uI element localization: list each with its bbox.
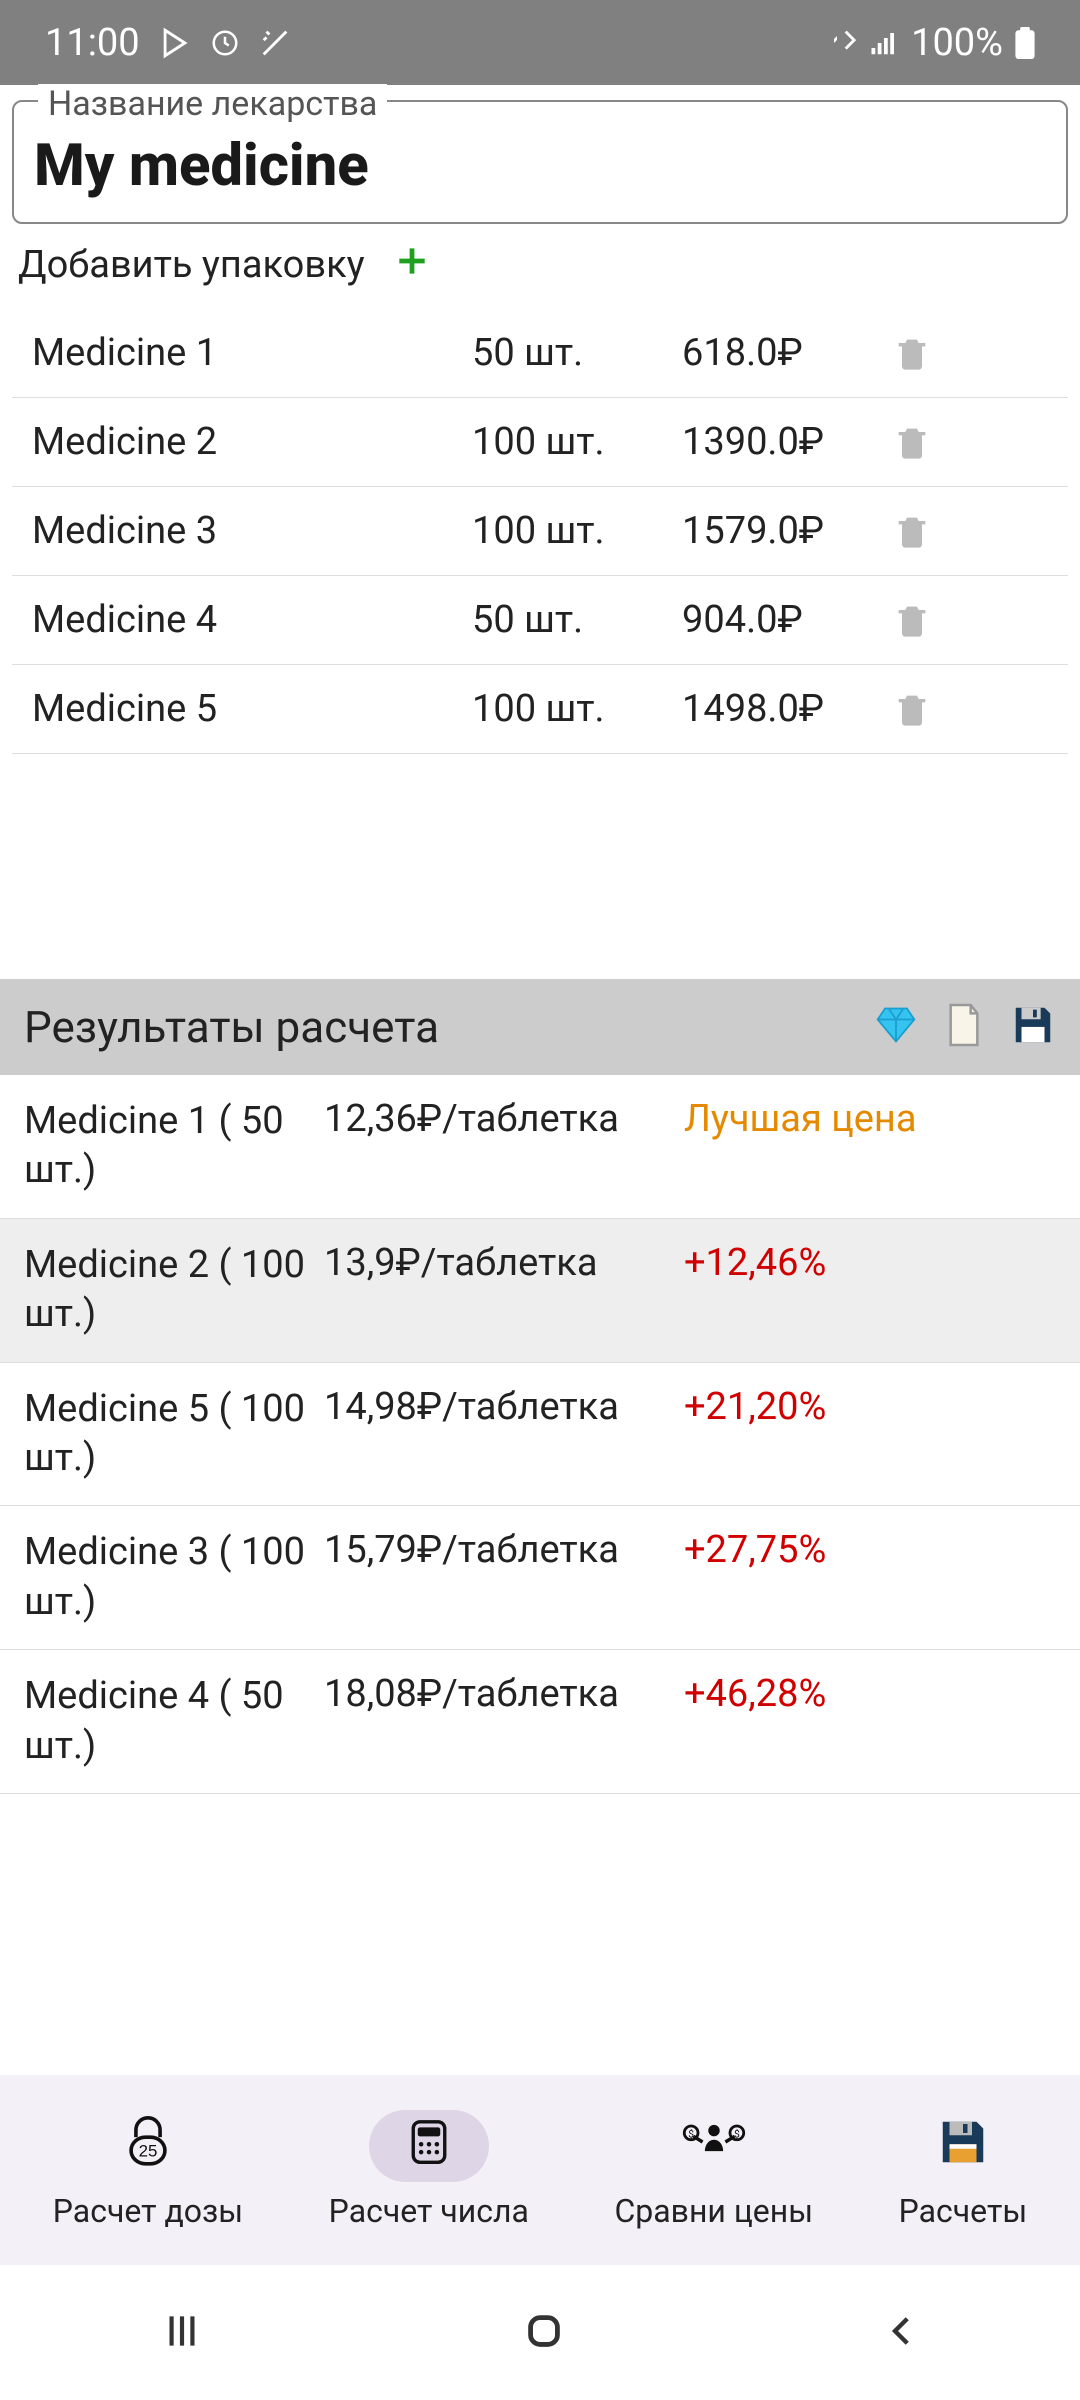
package-row[interactable]: Medicine 150 шт.618.0₽ [12,309,1068,398]
package-quantity: 50 шт. [472,331,682,375]
system-nav-bar [0,2265,1080,2400]
result-row[interactable]: Medicine 2 ( 100 шт.)13,9₽/таблетка+12,4… [0,1219,1080,1363]
results-header: Результаты расчета [0,979,1080,1075]
result-name: Medicine 5 ( 100 шт.) [24,1385,324,1484]
nav-count-calc[interactable]: Расчет числа [329,2110,529,2230]
vibrate-icon [823,26,857,60]
results-list: Medicine 1 ( 50 шт.)12,36₽/таблеткаЛучша… [0,1075,1080,1794]
nav-label: Сравни цены [614,2192,813,2230]
result-difference: +21,20% [684,1385,1050,1429]
battery-text: 100% [911,21,1003,65]
status-time: 11:00 [45,21,140,65]
result-unit-price: 15,79₽/таблетка [324,1528,684,1572]
document-icon[interactable] [944,1001,984,1053]
svg-text:$: $ [688,2127,694,2140]
package-name: Medicine 1 [32,331,472,375]
result-name: Medicine 2 ( 100 шт.) [24,1241,324,1340]
lock25-icon: 25 [119,2113,177,2179]
bottom-nav: 25 Расчет дозы Расчет числа $$ Сравни це… [0,2075,1080,2265]
back-button[interactable] [881,2310,923,2356]
package-name: Medicine 5 [32,687,472,731]
signal-icon [869,28,899,58]
package-row[interactable]: Medicine 3100 шт.1579.0₽ [12,487,1068,576]
nav-calculations[interactable]: Расчеты [899,2110,1028,2230]
svg-text:$: $ [734,2127,740,2140]
add-package-row: Добавить упаковку [0,224,1080,309]
result-name: Medicine 3 ( 100 шт.) [24,1528,324,1627]
result-difference: Лучшая цена [684,1097,1050,1141]
delete-package-button[interactable] [882,509,942,553]
result-row[interactable]: Medicine 4 ( 50 шт.)18,08₽/таблетка+46,2… [0,1650,1080,1794]
save-icon[interactable] [1010,1002,1056,1052]
package-price: 904.0₽ [682,598,882,642]
calculator-icon [402,2115,456,2177]
delete-package-button[interactable] [882,331,942,375]
status-bar: 11:00 100% [0,0,1080,85]
delete-package-button[interactable] [882,687,942,731]
result-row[interactable]: Medicine 1 ( 50 шт.)12,36₽/таблеткаЛучша… [0,1075,1080,1219]
delete-package-button[interactable] [882,420,942,464]
nav-label: Расчеты [899,2192,1028,2230]
package-row[interactable]: Medicine 5100 шт.1498.0₽ [12,665,1068,754]
nav-dose-calc[interactable]: 25 Расчет дозы [53,2110,243,2230]
package-price: 1390.0₽ [682,420,882,464]
package-price: 1498.0₽ [682,687,882,731]
add-package-button[interactable] [393,242,431,287]
package-name: Medicine 4 [32,598,472,642]
status-right: 100% [823,21,1035,65]
result-row[interactable]: Medicine 3 ( 100 шт.)15,79₽/таблетка+27,… [0,1506,1080,1650]
package-quantity: 50 шт. [472,598,682,642]
nav-label: Расчет дозы [53,2192,243,2230]
result-unit-price: 13,9₽/таблетка [324,1241,684,1285]
delete-package-button[interactable] [882,598,942,642]
result-difference: +12,46% [684,1241,1050,1285]
package-quantity: 100 шт. [472,509,682,553]
package-list: Medicine 150 шт.618.0₽Medicine 2100 шт.1… [0,309,1080,754]
recents-button[interactable] [157,2306,207,2360]
clock-icon [210,28,240,58]
play-store-icon [158,26,192,60]
svg-text:25: 25 [139,2142,158,2161]
result-unit-price: 12,36₽/таблетка [324,1097,684,1141]
package-name: Medicine 3 [32,509,472,553]
compare-money-icon: $$ [682,2115,746,2177]
medicine-name-label: Название лекарства [38,84,387,124]
result-unit-price: 14,98₽/таблетка [324,1385,684,1429]
package-name: Medicine 2 [32,420,472,464]
medicine-name-value: My medicine [34,132,1046,200]
floppy-icon [936,2115,990,2177]
diamond-icon[interactable] [874,1003,918,1051]
nav-compare-prices[interactable]: $$ Сравни цены [614,2110,813,2230]
result-difference: +46,28% [684,1672,1050,1716]
battery-icon [1015,27,1035,59]
package-quantity: 100 шт. [472,687,682,731]
results-title: Результаты расчета [24,1001,439,1053]
result-name: Medicine 1 ( 50 шт.) [24,1097,324,1196]
result-row[interactable]: Medicine 5 ( 100 шт.)14,98₽/таблетка+21,… [0,1363,1080,1507]
nav-label: Расчет числа [329,2192,529,2230]
results-actions [874,1001,1056,1053]
result-unit-price: 18,08₽/таблетка [324,1672,684,1716]
wand-icon [258,26,292,60]
result-name: Medicine 4 ( 50 шт.) [24,1672,324,1771]
home-button[interactable] [521,2308,567,2358]
result-difference: +27,75% [684,1528,1050,1572]
medicine-name-field[interactable]: Название лекарства My medicine [12,100,1068,224]
package-row[interactable]: Medicine 450 шт.904.0₽ [12,576,1068,665]
package-row[interactable]: Medicine 2100 шт.1390.0₽ [12,398,1068,487]
package-price: 1579.0₽ [682,509,882,553]
add-package-label: Добавить упаковку [18,243,365,287]
status-left: 11:00 [45,21,292,65]
package-quantity: 100 шт. [472,420,682,464]
package-price: 618.0₽ [682,331,882,375]
